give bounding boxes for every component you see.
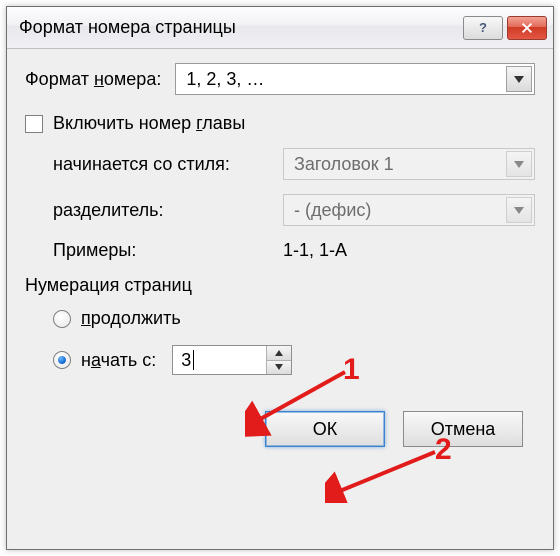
- chevron-down-icon: [506, 151, 532, 177]
- chapter-style-value: Заголовок 1: [294, 154, 394, 175]
- window-controls: ?: [463, 16, 547, 40]
- callout-1: 1: [343, 353, 360, 387]
- page-number-format-dialog: Формат номера страницы ? Формат номера: …: [6, 6, 554, 550]
- ok-button[interactable]: ОК: [265, 411, 385, 447]
- separator-label: разделитель:: [53, 200, 283, 221]
- include-chapter-checkbox[interactable]: [25, 115, 43, 133]
- continue-radio-row: продолжить: [25, 308, 535, 329]
- number-format-row: Формат номера: 1, 2, 3, …: [25, 63, 535, 95]
- start-at-radio-row: начать с: 3: [25, 345, 535, 375]
- chevron-down-icon: [506, 66, 532, 92]
- titlebar: Формат номера страницы ?: [7, 7, 553, 49]
- spin-up-button[interactable]: [267, 346, 291, 361]
- chapter-style-select[interactable]: Заголовок 1: [283, 148, 535, 180]
- continue-label: продолжить: [81, 308, 181, 329]
- svg-text:?: ?: [479, 20, 487, 35]
- chevron-down-icon: [506, 197, 532, 223]
- close-button[interactable]: [507, 16, 547, 40]
- include-chapter-row: Включить номер главы: [25, 113, 535, 134]
- start-at-input[interactable]: 3: [172, 345, 292, 375]
- dialog-footer: ОК Отмена: [25, 411, 535, 447]
- examples-label: Примеры:: [53, 240, 283, 261]
- examples-row: Примеры: 1-1, 1-A: [25, 240, 535, 261]
- separator-select[interactable]: - (дефис): [283, 194, 535, 226]
- examples-value: 1-1, 1-A: [283, 240, 347, 261]
- window-title: Формат номера страницы: [19, 17, 236, 38]
- include-chapter-label: Включить номер главы: [53, 113, 245, 134]
- number-format-value: 1, 2, 3, …: [186, 69, 264, 90]
- spin-down-button[interactable]: [267, 361, 291, 375]
- start-at-radio[interactable]: [53, 351, 71, 369]
- cancel-button[interactable]: Отмена: [403, 411, 523, 447]
- chapter-style-row: начинается со стиля: Заголовок 1: [25, 148, 535, 180]
- help-button[interactable]: ?: [463, 16, 503, 40]
- callout-2: 2: [435, 433, 452, 467]
- continue-radio[interactable]: [53, 310, 71, 328]
- separator-row: разделитель: - (дефис): [25, 194, 535, 226]
- start-at-value: 3: [173, 346, 266, 374]
- number-format-select[interactable]: 1, 2, 3, …: [175, 63, 535, 95]
- numbering-group-label: Нумерация страниц: [25, 275, 535, 296]
- start-at-label: начать с:: [81, 350, 156, 371]
- separator-value: - (дефис): [294, 200, 371, 221]
- chapter-style-label: начинается со стиля:: [53, 154, 283, 175]
- number-format-label: Формат номера:: [25, 69, 161, 90]
